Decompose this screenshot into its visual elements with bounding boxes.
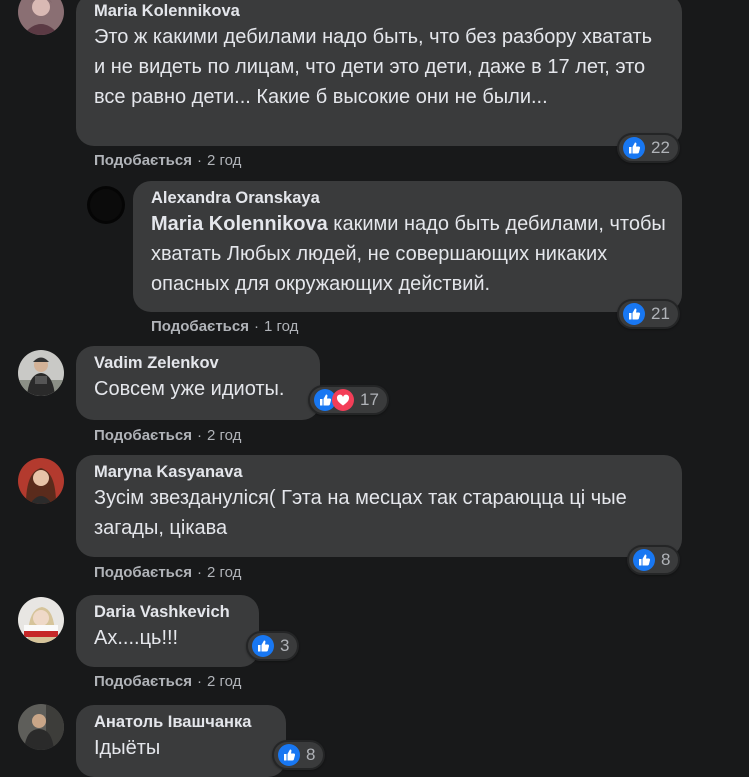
reaction-count: 21 — [651, 304, 670, 323]
love-icon — [332, 389, 354, 411]
comment-bubble: Анатоль Івашчанка Ідыёты — [76, 705, 286, 777]
avatar[interactable] — [87, 186, 125, 224]
comment-author[interactable]: Alexandra Oranskaya — [151, 187, 668, 209]
separator: · — [253, 318, 259, 335]
timestamp[interactable]: 2 год — [207, 427, 241, 444]
like-button[interactable]: Подобається — [151, 318, 249, 335]
reaction-summary[interactable]: 3 — [246, 631, 300, 661]
comment-author[interactable]: Анатоль Івашчанка — [94, 711, 272, 733]
comment-text: Maria Kolennikova какими надо быть дебил… — [151, 209, 668, 299]
comment-actions: Подобається · 1 год — [151, 317, 298, 337]
reaction-count: 8 — [306, 745, 316, 764]
comment-actions: Подобається · 2 год — [94, 672, 241, 692]
like-button[interactable]: Подобається — [94, 427, 192, 444]
separator: · — [196, 427, 202, 444]
comment-bubble: Alexandra Oranskaya Maria Kolennikova ка… — [133, 181, 682, 312]
reaction-summary[interactable]: 22 — [617, 133, 680, 163]
avatar[interactable] — [18, 597, 64, 643]
comment-author[interactable]: Vadim Zelenkov — [94, 352, 306, 374]
comment-actions: Подобається · 2 год — [94, 563, 241, 583]
avatar[interactable] — [18, 704, 64, 750]
reaction-summary[interactable]: 8 — [627, 545, 681, 575]
like-button[interactable]: Подобається — [94, 564, 192, 581]
comment-text: Это ж какими дебилами надо быть, что без… — [94, 26, 653, 108]
avatar[interactable] — [18, 350, 64, 396]
avatar[interactable] — [18, 0, 64, 35]
like-icon — [252, 635, 274, 657]
separator: · — [196, 152, 202, 169]
timestamp[interactable]: 2 год — [207, 673, 241, 690]
separator: · — [196, 564, 202, 581]
avatar[interactable] — [18, 458, 64, 504]
reaction-count: 17 — [360, 390, 379, 409]
comment-text: Совсем уже идиоты. — [94, 378, 285, 400]
timestamp[interactable]: 2 год — [207, 152, 241, 169]
comment-text: Зусім звездануліся( Гэта на месцах так с… — [94, 487, 627, 539]
reaction-summary[interactable]: 8 — [272, 740, 326, 770]
like-icon — [623, 137, 645, 159]
reaction-count: 22 — [651, 138, 670, 157]
comment-bubble: Maria Kolennikova Это ж какими дебилами … — [76, 0, 682, 146]
comment-bubble: Daria Vashkevich Ах....ць!!! — [76, 595, 259, 667]
comment-actions: Подобається · 2 год — [94, 426, 241, 446]
comment-author[interactable]: Maria Kolennikova — [94, 0, 668, 22]
comment-actions: Подобається · 2 год — [94, 151, 241, 171]
comment-text: Ідыёты — [94, 737, 161, 759]
mention-link[interactable]: Maria Kolennikova — [151, 213, 328, 235]
separator: · — [196, 673, 202, 690]
comment-author[interactable]: Maryna Kasyanava — [94, 461, 668, 483]
like-icon — [623, 303, 645, 325]
reaction-summary[interactable]: 21 — [617, 299, 680, 329]
timestamp[interactable]: 2 год — [207, 564, 241, 581]
timestamp[interactable]: 1 год — [264, 318, 298, 335]
reaction-count: 3 — [280, 636, 290, 655]
like-button[interactable]: Подобається — [94, 673, 192, 690]
reaction-summary[interactable]: 17 — [308, 385, 389, 415]
comment-bubble: Maryna Kasyanava Зусім звездануліся( Гэт… — [76, 455, 682, 557]
comment-author[interactable]: Daria Vashkevich — [94, 601, 245, 623]
like-button[interactable]: Подобається — [94, 152, 192, 169]
like-icon — [633, 549, 655, 571]
comment-text: Ах....ць!!! — [94, 627, 179, 649]
comment-bubble: Vadim Zelenkov Совсем уже идиоты. — [76, 346, 320, 420]
like-icon — [278, 744, 300, 766]
reaction-count: 8 — [661, 550, 671, 569]
